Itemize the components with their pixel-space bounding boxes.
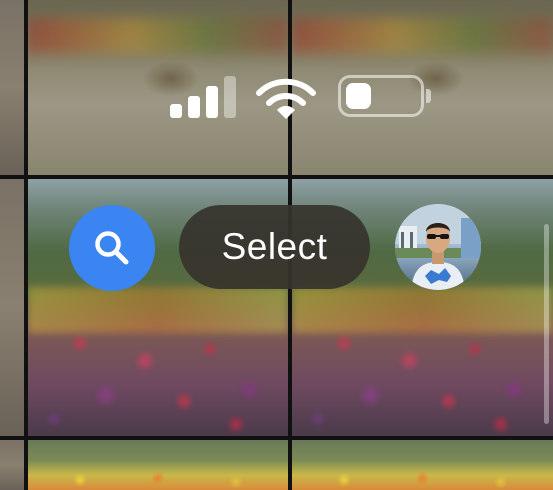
cellular-signal-icon [170, 76, 240, 118]
signal-bar [206, 86, 218, 118]
select-button[interactable]: Select [179, 205, 370, 289]
wifi-icon [256, 78, 316, 120]
battery-icon [338, 75, 424, 117]
battery-cap [426, 89, 431, 103]
status-bar [0, 0, 553, 190]
search-button[interactable] [69, 205, 155, 291]
photo-thumbnail[interactable] [292, 440, 553, 490]
search-icon [95, 231, 129, 265]
signal-bar [224, 76, 236, 118]
toolbar: Select [0, 195, 553, 305]
signal-bar [188, 96, 200, 118]
photo-thumbnail[interactable] [28, 440, 288, 490]
photo-thumbnail[interactable] [0, 440, 24, 490]
signal-bar [170, 104, 182, 118]
user-avatar[interactable] [395, 204, 481, 290]
select-button-label: Select [221, 226, 328, 267]
battery-level [346, 83, 371, 109]
grid-divider [0, 436, 553, 440]
